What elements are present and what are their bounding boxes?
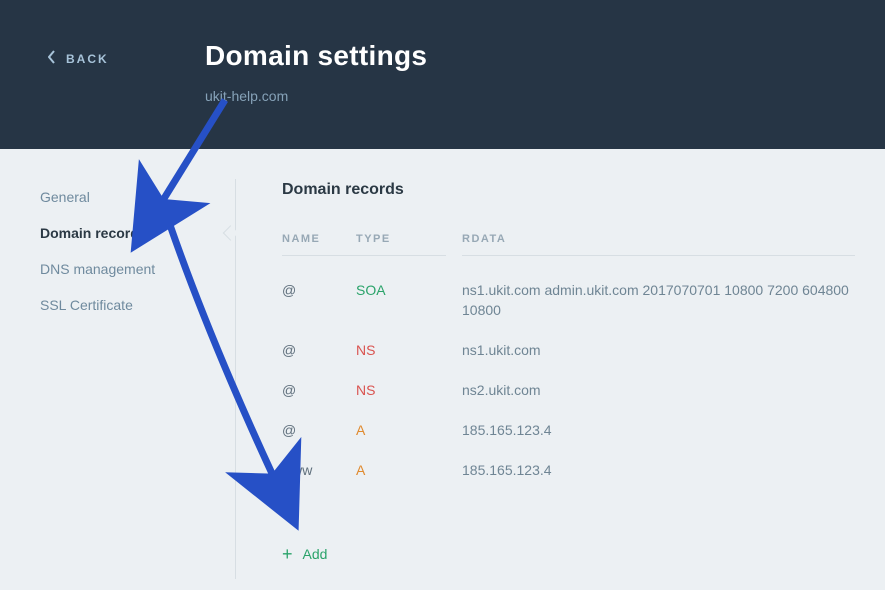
cell-name: www — [282, 460, 356, 480]
cell-type: SOA — [356, 280, 446, 300]
sidebar: General Domain records DNS management SS… — [40, 179, 236, 579]
cell-name: @ — [282, 340, 356, 360]
cell-type: A — [356, 420, 446, 440]
page-title: Domain settings — [205, 40, 427, 72]
table-row: @ SOA ns1.ukit.com admin.ukit.com 201707… — [282, 270, 855, 330]
plus-icon: + — [282, 547, 293, 561]
sidebar-item-ssl-certificate[interactable]: SSL Certificate — [40, 289, 235, 321]
main: Domain records NAME TYPE RDATA @ SOA ns1… — [236, 179, 855, 579]
cell-rdata: 185.165.123.4 — [462, 420, 855, 440]
cell-type: NS — [356, 340, 446, 360]
add-label: Add — [303, 546, 328, 562]
table-row: @ A 185.165.123.4 — [282, 410, 855, 450]
content: General Domain records DNS management SS… — [0, 149, 885, 579]
cell-type: NS — [356, 380, 446, 400]
th-name: NAME — [282, 233, 356, 256]
records-table: NAME TYPE RDATA @ SOA ns1.ukit.com admin… — [282, 233, 855, 490]
cell-name: @ — [282, 420, 356, 440]
cell-rdata: 185.165.123.4 — [462, 460, 855, 480]
back-button[interactable]: BACK — [48, 50, 109, 67]
header-main: Domain settings ukit-help.com — [205, 40, 427, 104]
chevron-left-icon — [48, 50, 56, 67]
sidebar-item-dns-management[interactable]: DNS management — [40, 253, 235, 285]
sidebar-item-domain-records[interactable]: Domain records — [40, 217, 235, 249]
add-record-button[interactable]: + Add — [282, 540, 855, 568]
section-title: Domain records — [282, 181, 855, 199]
domain-name: ukit-help.com — [205, 88, 427, 104]
th-rdata: RDATA — [462, 233, 855, 256]
cell-rdata: ns1.ukit.com admin.ukit.com 2017070701 1… — [462, 280, 855, 320]
cell-rdata: ns1.ukit.com — [462, 340, 855, 360]
back-label: BACK — [66, 52, 109, 66]
cell-rdata: ns2.ukit.com — [462, 380, 855, 400]
cell-name: @ — [282, 280, 356, 300]
table-row: @ NS ns1.ukit.com — [282, 330, 855, 370]
table-row: www A 185.165.123.4 — [282, 450, 855, 490]
sidebar-item-general[interactable]: General — [40, 181, 235, 213]
header: BACK Domain settings ukit-help.com — [0, 0, 885, 149]
table-row: @ NS ns2.ukit.com — [282, 370, 855, 410]
table-header: NAME TYPE RDATA — [282, 233, 855, 256]
cell-type: A — [356, 460, 446, 480]
cell-name: @ — [282, 380, 356, 400]
th-type: TYPE — [356, 233, 446, 256]
